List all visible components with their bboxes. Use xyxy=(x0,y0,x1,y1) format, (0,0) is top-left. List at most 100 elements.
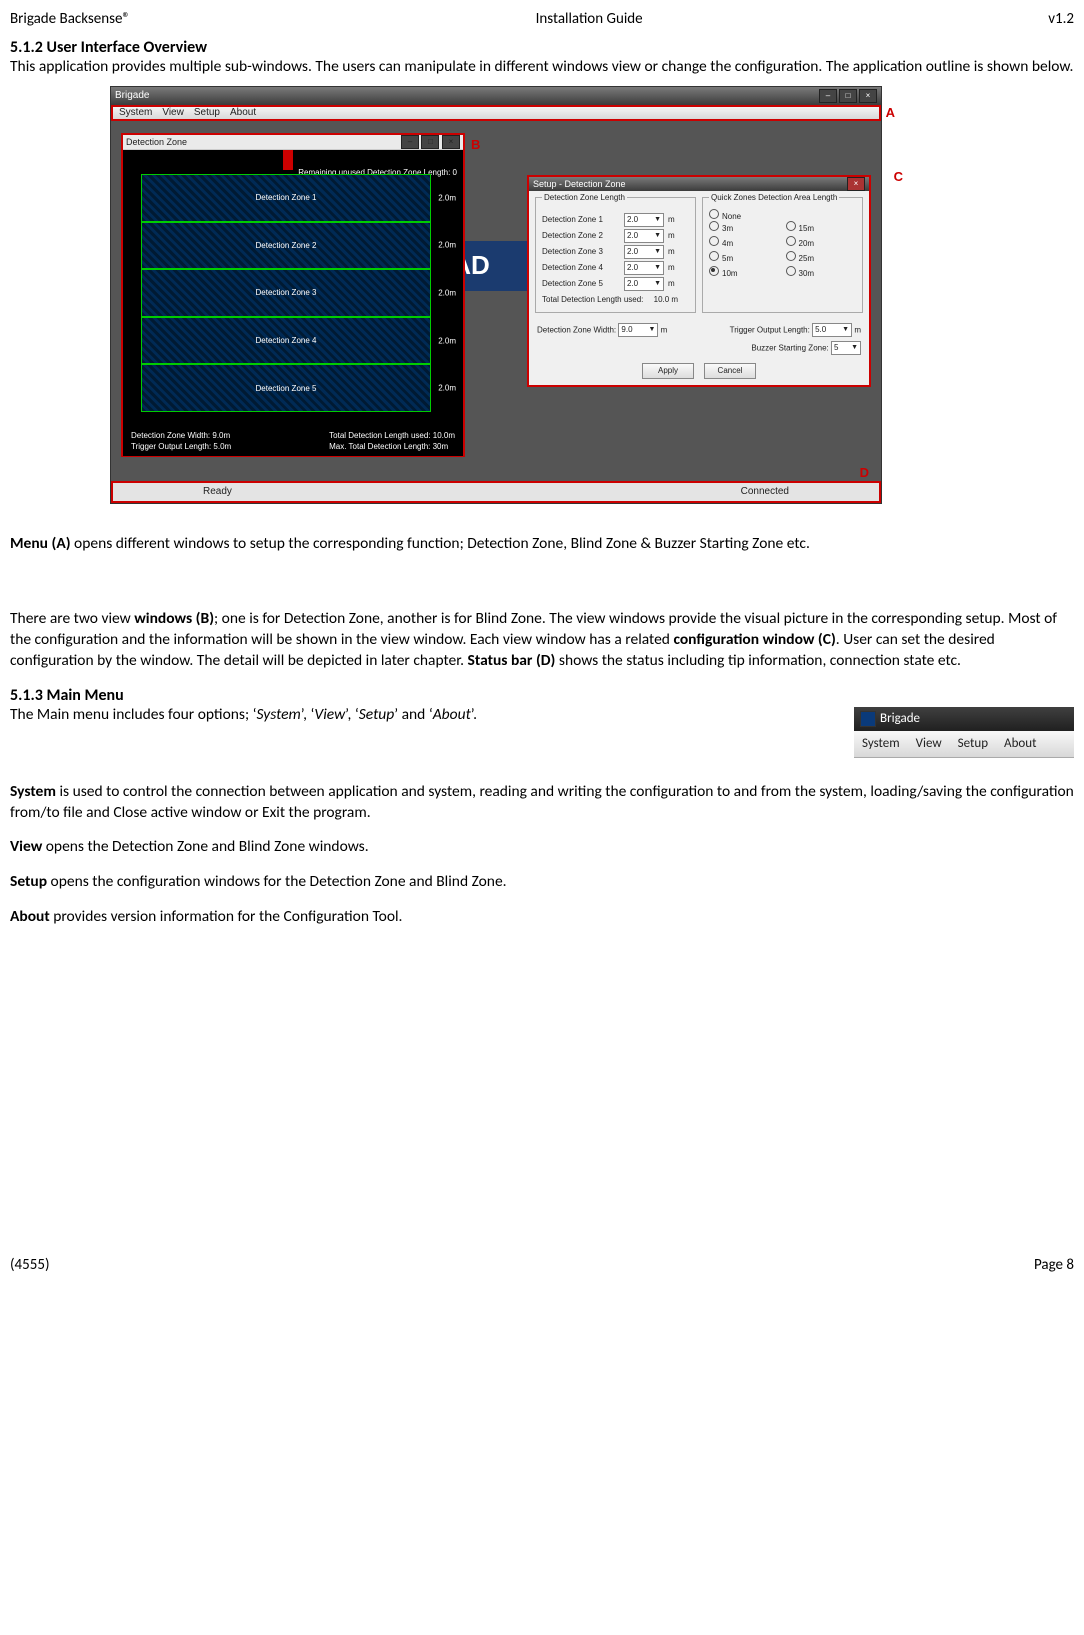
zone4-select[interactable]: 2.0▼ xyxy=(624,261,664,275)
page-footer: (4555) Page 8 xyxy=(0,1252,1084,1284)
vw-footer-trigger: Trigger Output Length: 5.0m xyxy=(131,442,231,452)
vehicle-marker-icon xyxy=(283,150,293,170)
snippet-menu-setup[interactable]: Setup xyxy=(958,736,988,751)
radio-30m[interactable] xyxy=(786,266,796,276)
fieldset-zone-length: Detection Zone Length Detection Zone 12.… xyxy=(535,197,696,313)
zone3-select[interactable]: 2.0▼ xyxy=(624,245,664,259)
annotation-B: B xyxy=(471,137,480,152)
snippet-menu-about[interactable]: About xyxy=(1004,736,1036,751)
annotation-A: A xyxy=(886,105,895,120)
section-513-title: 5.1.3 Main Menu xyxy=(10,686,1074,705)
zone-row: Detection Zone 32.0m xyxy=(141,269,431,317)
radio-15m[interactable] xyxy=(786,221,796,231)
radio-5m[interactable] xyxy=(709,251,719,261)
menu-about[interactable]: About xyxy=(230,107,256,118)
config-window-title: Setup - Detection Zone xyxy=(533,179,626,189)
zone-row: Detection Zone 12.0m xyxy=(141,174,431,222)
app-titlebar: Brigade – □ × xyxy=(111,87,881,105)
page-header: Brigade Backsense® Installation Guide v1… xyxy=(10,10,1074,28)
apply-button[interactable]: Apply xyxy=(642,363,694,379)
cfg-close-icon[interactable]: × xyxy=(847,177,865,191)
menu-system[interactable]: System xyxy=(119,107,152,118)
zone-row: Detection Zone 42.0m xyxy=(141,317,431,365)
zone5-select[interactable]: 2.0▼ xyxy=(624,277,664,291)
cancel-button[interactable]: Cancel xyxy=(704,363,756,379)
vw-footer-max: Max. Total Detection Length: 30m xyxy=(329,442,455,452)
section-512-title: 5.1.2 User Interface Overview xyxy=(10,38,1074,57)
zone-value: 2.0m xyxy=(438,384,456,393)
app-title: Brigade xyxy=(115,90,149,101)
view-window-title: Detection Zone xyxy=(126,137,187,147)
radio-20m[interactable] xyxy=(786,236,796,246)
trigger-select[interactable]: 5.0▼ xyxy=(812,323,852,337)
view-window-footer: Detection Zone Width: 9.0m Trigger Outpu… xyxy=(131,431,455,452)
zone-row: Detection Zone 22.0m xyxy=(141,222,431,270)
paragraph-setup: Setup opens the configuration windows fo… xyxy=(10,872,1074,893)
zone-value: 2.0m xyxy=(438,193,456,202)
footer-right: Page 8 xyxy=(1034,1256,1074,1274)
legend-quick-zones: Quick Zones Detection Area Length xyxy=(709,193,839,202)
radio-25m[interactable] xyxy=(786,251,796,261)
snippet-menu-view[interactable]: View xyxy=(916,736,942,751)
total-length-label: Total Detection Length used: xyxy=(542,295,643,304)
chevron-down-icon: ▼ xyxy=(654,264,661,271)
snippet-title: Brigade xyxy=(880,711,920,726)
status-right: Connected xyxy=(741,486,789,497)
total-length-value: 10.0 m xyxy=(654,295,678,304)
buzzer-label: Buzzer Starting Zone: xyxy=(751,343,828,352)
menu-snippet-image: Brigade System View Setup About xyxy=(854,707,1074,758)
zone-value: 2.0m xyxy=(438,288,456,297)
annotation-D: D xyxy=(860,465,869,480)
snippet-menu-system[interactable]: System xyxy=(862,736,900,751)
vw-maximize-icon[interactable]: □ xyxy=(421,135,439,149)
footer-left: (4555) xyxy=(10,1256,50,1274)
fieldset-quick-zones: Quick Zones Detection Area Length None 3… xyxy=(702,197,863,313)
minimize-icon[interactable]: – xyxy=(819,89,837,103)
maximize-icon[interactable]: □ xyxy=(839,89,857,103)
close-icon[interactable]: × xyxy=(859,89,877,103)
paragraph-about: About provides version information for t… xyxy=(10,907,1074,928)
zone1-select[interactable]: 2.0▼ xyxy=(624,213,664,227)
header-center: Installation Guide xyxy=(536,10,643,28)
width-select[interactable]: 9.0▼ xyxy=(618,323,658,337)
vw-footer-width: Detection Zone Width: 9.0m xyxy=(131,431,231,441)
section-512-body: This application provides multiple sub-w… xyxy=(10,57,1074,78)
chevron-down-icon: ▼ xyxy=(648,326,655,333)
app-screenshot: Brigade – □ × System View Setup About A … xyxy=(110,86,882,504)
zone-value: 2.0m xyxy=(438,241,456,250)
vw-minimize-icon[interactable]: – xyxy=(401,135,419,149)
chevron-down-icon: ▼ xyxy=(654,248,661,255)
chevron-down-icon: ▼ xyxy=(654,232,661,239)
paragraph-system: System is used to control the connection… xyxy=(10,782,1074,824)
radio-3m[interactable] xyxy=(709,221,719,231)
chevron-down-icon: ▼ xyxy=(851,344,858,351)
app-menubar: System View Setup About A xyxy=(111,105,881,121)
buzzer-select[interactable]: 5▼ xyxy=(831,341,861,355)
paragraph-menu-a: Menu (A) opens different windows to setu… xyxy=(10,534,1074,555)
status-bar: D Ready Connected xyxy=(111,481,881,503)
paragraph-view: View opens the Detection Zone and Blind … xyxy=(10,837,1074,858)
trigger-label: Trigger Output Length: xyxy=(730,325,810,334)
chevron-down-icon: ▼ xyxy=(654,280,661,287)
chevron-down-icon: ▼ xyxy=(842,326,849,333)
radio-4m[interactable] xyxy=(709,236,719,246)
zone-value: 2.0m xyxy=(438,336,456,345)
app-icon xyxy=(860,711,876,727)
vw-close-icon[interactable]: × xyxy=(442,135,460,149)
annotation-C: C xyxy=(894,169,903,184)
header-right: v1.2 xyxy=(1048,10,1074,28)
header-left: Brigade Backsense® xyxy=(10,10,130,28)
radio-10m[interactable] xyxy=(709,266,719,276)
chevron-down-icon: ▼ xyxy=(654,216,661,223)
view-window-detection-zone: Detection Zone – □ × Remaining unused De… xyxy=(121,133,465,457)
config-window-detection-zone: Setup - Detection Zone × Detection Zone … xyxy=(527,175,871,387)
legend-zone-length: Detection Zone Length xyxy=(542,193,627,202)
menu-view[interactable]: View xyxy=(162,107,184,118)
status-left: Ready xyxy=(203,486,232,497)
zone-row: Detection Zone 52.0m xyxy=(141,364,431,412)
paragraph-windows-b: There are two view windows (B); one is f… xyxy=(10,609,1074,672)
radio-none[interactable] xyxy=(709,209,719,219)
zone2-select[interactable]: 2.0▼ xyxy=(624,229,664,243)
width-label: Detection Zone Width: xyxy=(537,325,616,334)
menu-setup[interactable]: Setup xyxy=(194,107,220,118)
